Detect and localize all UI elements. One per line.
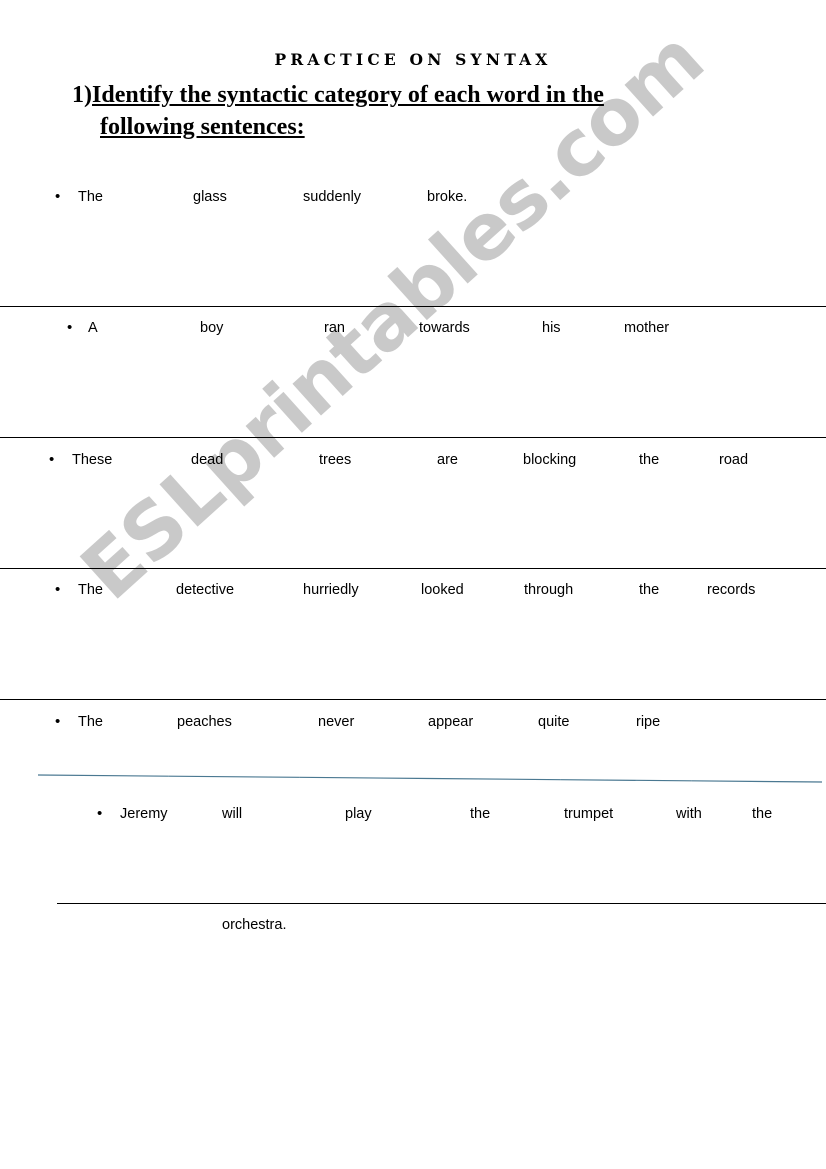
sentence-word: These bbox=[72, 452, 113, 468]
list-bullet-icon: • bbox=[97, 805, 103, 822]
list-bullet-icon: • bbox=[55, 713, 61, 730]
worksheet-page: ESLprintables.com PRACTICE ON SYNTAX 1)I… bbox=[0, 0, 826, 1169]
sentence-word: the bbox=[639, 452, 660, 468]
instruction-line-1: Identify the syntactic category of each … bbox=[92, 82, 604, 108]
sentence-word: broke. bbox=[427, 189, 468, 205]
page-title: PRACTICE ON SYNTAX bbox=[274, 50, 552, 69]
sentence-row: • Aboy ran towards his mother bbox=[0, 315, 826, 341]
sentence-word: ripe bbox=[636, 714, 661, 730]
sentence-word: quite bbox=[538, 714, 570, 730]
sentence-word: records bbox=[707, 582, 756, 598]
eslprintables-watermark: ESLprintables.com bbox=[64, 14, 721, 618]
sentence-word: dead bbox=[191, 452, 224, 468]
horizontal-rule bbox=[0, 437, 826, 438]
list-bullet-icon: • bbox=[49, 451, 55, 468]
sentence-row: • The peaches never appear quite ripe bbox=[0, 709, 826, 735]
instruction-text: 1)Identify the syntactic category of eac… bbox=[72, 79, 712, 143]
sentence-word: looked bbox=[421, 582, 464, 598]
sentence-word: mother bbox=[624, 320, 670, 336]
sentence-word: The bbox=[78, 189, 103, 205]
list-bullet-icon: • bbox=[55, 188, 61, 205]
sentence-word: appear bbox=[428, 714, 474, 730]
sentence-word: play bbox=[345, 806, 372, 822]
sentence-word: A bbox=[88, 320, 98, 336]
list-bullet-icon: • bbox=[67, 319, 73, 336]
sentence-word: trees bbox=[319, 452, 352, 468]
sentence-word: ran bbox=[324, 320, 345, 336]
horizontal-rule bbox=[57, 903, 826, 904]
instruction-number: 1) bbox=[72, 82, 92, 108]
sentence-word: his bbox=[542, 320, 561, 336]
horizontal-rule bbox=[0, 568, 826, 569]
sentence-row: • These dead trees are blocking the road bbox=[0, 447, 826, 473]
sentence-row: • The detective hurriedly looked through the re… bbox=[0, 577, 826, 603]
sentence-word: glass bbox=[193, 189, 227, 205]
horizontal-rule bbox=[0, 306, 826, 307]
sentence-word-continuation: orchestra. bbox=[222, 917, 287, 933]
sentence-word: Jeremy bbox=[120, 806, 168, 822]
sentence-word: suddenly bbox=[303, 189, 362, 205]
sentence-word: never bbox=[318, 714, 355, 730]
instruction-line-2: following sentences: bbox=[100, 114, 305, 140]
sentence-word: the bbox=[639, 582, 660, 598]
horizontal-rule bbox=[0, 699, 826, 700]
sentence-word: with bbox=[676, 806, 702, 822]
sentence-word: detective bbox=[176, 582, 235, 598]
sentence-word: boy bbox=[200, 320, 224, 336]
sentence-word: blocking bbox=[523, 452, 577, 468]
sentence-row: • The glass suddenly broke. bbox=[0, 184, 826, 210]
sentence-word: will bbox=[222, 806, 243, 822]
sentence-word: The bbox=[78, 714, 103, 730]
sentence-word: are bbox=[437, 452, 458, 468]
sentence-word: the bbox=[470, 806, 491, 822]
sentence-word: the bbox=[752, 806, 773, 822]
sentence-word: trumpet bbox=[564, 806, 614, 822]
sentence-word: hurriedly bbox=[303, 582, 359, 598]
sentence-word: peaches bbox=[177, 714, 232, 730]
sentence-word: The bbox=[78, 582, 103, 598]
sentence-row: • Jeremy will play the trumpet with the bbox=[0, 801, 826, 827]
list-bullet-icon: • bbox=[55, 581, 61, 598]
blue-separator-rule bbox=[37, 771, 823, 783]
sentence-word: road bbox=[719, 452, 749, 468]
sentence-word: towards bbox=[419, 320, 470, 336]
sentence-word: through bbox=[524, 582, 574, 598]
